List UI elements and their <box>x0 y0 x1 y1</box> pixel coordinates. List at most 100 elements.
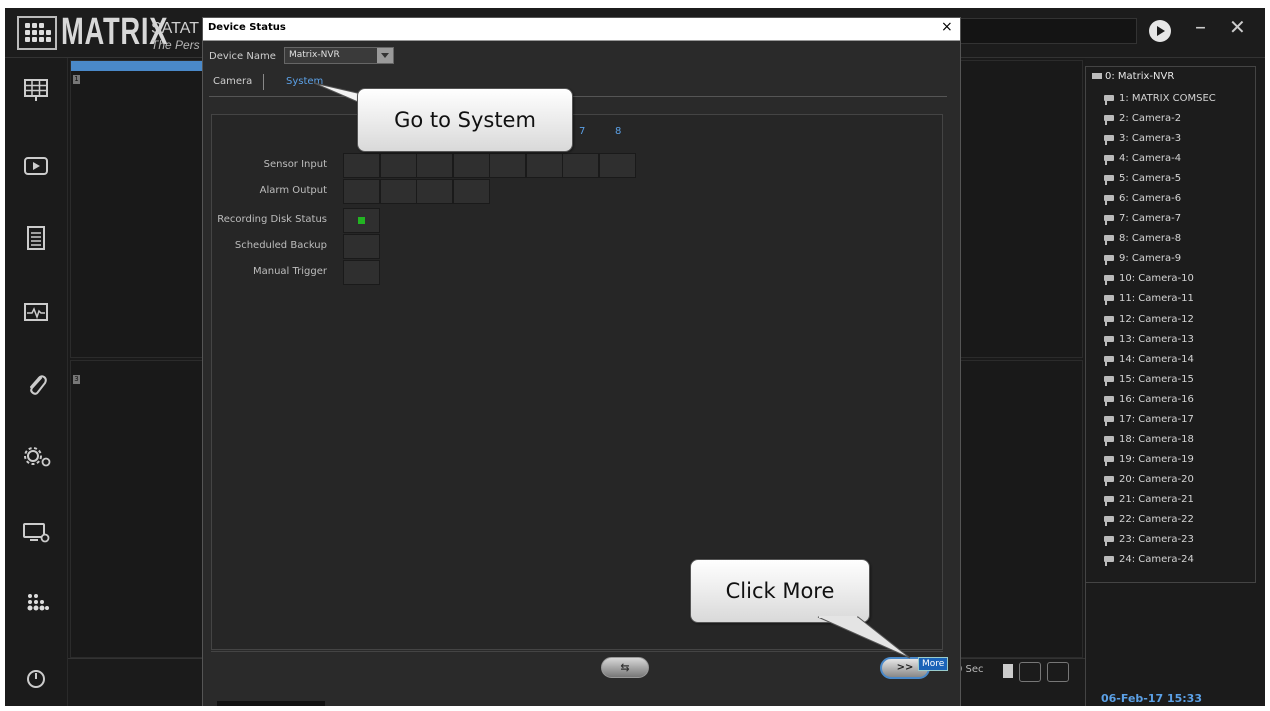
tree-item-camera[interactable]: 8: Camera-8 <box>1104 229 1216 249</box>
status-row-label: Scheduled Backup <box>234 240 327 251</box>
camera-icon <box>1104 415 1114 426</box>
scrollbar[interactable] <box>217 701 325 706</box>
tree-item-camera[interactable]: 7: Camera-7 <box>1104 209 1216 229</box>
attachment-icon[interactable] <box>22 371 50 399</box>
tree-item-camera[interactable]: 24: Camera-24 <box>1104 550 1216 570</box>
playback-icon[interactable] <box>22 152 50 180</box>
tree-item-camera[interactable]: 1: MATRIX COMSEC <box>1104 89 1216 109</box>
nvr-icon <box>1092 73 1102 79</box>
status-cell <box>489 153 526 178</box>
play-icon[interactable] <box>1149 20 1171 42</box>
device-tree: 0: Matrix-NVR 1: MATRIX COMSEC 2: Camera-… <box>1085 66 1256 583</box>
tab-camera[interactable]: Camera <box>213 76 252 87</box>
camera-list: 1: MATRIX COMSEC 2: Camera-2 3: Camera-3 4:… <box>1104 89 1216 570</box>
camera-icon <box>1104 556 1114 567</box>
tree-item-label: 10: Camera-10 <box>1119 273 1194 285</box>
camera-icon <box>1104 195 1114 206</box>
tree-item-label: 9: Camera-9 <box>1119 253 1182 265</box>
more-tooltip: More <box>918 657 949 671</box>
tree-item-label: 1: MATRIX COMSEC <box>1119 93 1216 104</box>
layout-button[interactable] <box>1019 662 1041 682</box>
fullscreen-button[interactable] <box>1047 662 1069 682</box>
date-time: 06-Feb-17 15:33 <box>1101 692 1202 705</box>
tree-item-camera[interactable]: 12: Camera-12 <box>1104 310 1216 330</box>
app-subtitle: The Pers <box>151 38 200 52</box>
tree-item-camera[interactable]: 20: Camera-20 <box>1104 470 1216 490</box>
settings-gears-icon[interactable] <box>22 443 54 471</box>
tree-item-camera[interactable]: 3: Camera-3 <box>1104 129 1216 149</box>
power-icon[interactable] <box>22 664 50 692</box>
tree-item-camera[interactable]: 14: Camera-14 <box>1104 350 1216 370</box>
camera-icon <box>1104 95 1114 105</box>
app-title: SATAT <box>151 20 199 37</box>
tree-item-label: 22: Camera-22 <box>1119 513 1194 525</box>
chevron-down-icon[interactable] <box>377 48 393 63</box>
refresh-button[interactable]: ⇆ <box>601 657 649 678</box>
tree-item-label: 14: Camera-14 <box>1119 353 1194 365</box>
camera-icon <box>1104 375 1114 386</box>
minimize-button[interactable]: – <box>1195 17 1206 39</box>
callout-go-to-system: Go to System <box>357 88 573 152</box>
dialog-title: Device Status <box>208 22 286 33</box>
tree-item-camera[interactable]: 10: Camera-10 <box>1104 269 1216 289</box>
camera-icon <box>1104 335 1114 346</box>
camera-icon <box>1104 235 1114 246</box>
tree-item-camera[interactable]: 16: Camera-16 <box>1104 390 1216 410</box>
tree-item-label: 13: Camera-13 <box>1119 333 1194 345</box>
device-name-select[interactable]: Matrix-NVR <box>284 47 394 64</box>
device-name-label: Device Name <box>209 51 276 62</box>
tree-root-nvr[interactable]: 0: Matrix-NVR <box>1092 71 1174 82</box>
status-cell <box>379 153 417 178</box>
tree-item-label: 4: Camera-4 <box>1119 153 1182 165</box>
tree-item-label: 2: Camera-2 <box>1119 113 1182 125</box>
column-header: 7 <box>579 126 586 137</box>
tree-item-camera[interactable]: 17: Camera-17 <box>1104 410 1216 430</box>
live-view-grid-icon[interactable] <box>22 76 50 104</box>
camera-icon <box>1104 495 1114 506</box>
title-bar-field[interactable] <box>955 18 1137 44</box>
status-cell <box>379 179 417 204</box>
tree-item-label: 16: Camera-16 <box>1119 393 1194 405</box>
tree-item-camera[interactable]: 23: Camera-23 <box>1104 530 1216 550</box>
camera-icon <box>1104 115 1114 126</box>
tree-item-camera[interactable]: 21: Camera-21 <box>1104 490 1216 510</box>
tree-item-camera[interactable]: 13: Camera-13 <box>1104 330 1216 350</box>
tree-item-camera[interactable]: 15: Camera-15 <box>1104 370 1216 390</box>
camera-icon <box>1104 215 1114 226</box>
tree-item-camera[interactable]: 5: Camera-5 <box>1104 169 1216 189</box>
tree-item-label: 15: Camera-15 <box>1119 373 1194 385</box>
tree-root-label: 0: Matrix-NVR <box>1105 71 1175 82</box>
tree-item-camera[interactable]: 19: Camera-19 <box>1104 450 1216 470</box>
status-ok-indicator <box>358 217 365 224</box>
display-settings-icon[interactable] <box>22 518 50 546</box>
close-window-button[interactable]: ✕ <box>1229 16 1246 38</box>
status-row-label: Recording Disk Status <box>217 214 327 225</box>
tree-item-label: 8: Camera-8 <box>1119 233 1182 245</box>
tree-item-camera[interactable]: 22: Camera-22 <box>1104 510 1216 530</box>
tree-item-label: 3: Camera-3 <box>1119 133 1182 145</box>
tree-item-label: 11: Camera-11 <box>1119 293 1194 305</box>
tree-item-camera[interactable]: 18: Camera-18 <box>1104 430 1216 450</box>
tree-item-camera[interactable]: 9: Camera-9 <box>1104 249 1216 269</box>
health-monitor-icon[interactable] <box>22 298 50 326</box>
tree-item-label: 23: Camera-23 <box>1119 534 1194 546</box>
camera-icon <box>1104 275 1114 286</box>
tree-item-label: 6: Camera-6 <box>1119 193 1182 205</box>
camera-icon <box>1104 395 1114 406</box>
camera-icon <box>1104 435 1114 446</box>
camera-icon <box>1104 315 1114 326</box>
tree-item-camera[interactable]: 6: Camera-6 <box>1104 189 1216 209</box>
tree-item-camera[interactable]: 11: Camera-11 <box>1104 289 1216 309</box>
dialog-close-button[interactable]: × <box>941 19 953 35</box>
camera-icon <box>1104 515 1114 526</box>
camera-icon <box>1104 295 1114 306</box>
tree-item-camera[interactable]: 2: Camera-2 <box>1104 109 1216 129</box>
matrix-logo-icon[interactable] <box>22 590 50 618</box>
column-header: 8 <box>615 126 622 137</box>
event-log-icon[interactable] <box>22 224 50 252</box>
tile-number: 1 <box>73 75 80 84</box>
tree-item-camera[interactable]: 4: Camera-4 <box>1104 149 1216 169</box>
camera-icon <box>1104 475 1114 486</box>
chevron-down-icon[interactable] <box>1003 664 1013 678</box>
matrix-logo-icon <box>17 16 57 50</box>
